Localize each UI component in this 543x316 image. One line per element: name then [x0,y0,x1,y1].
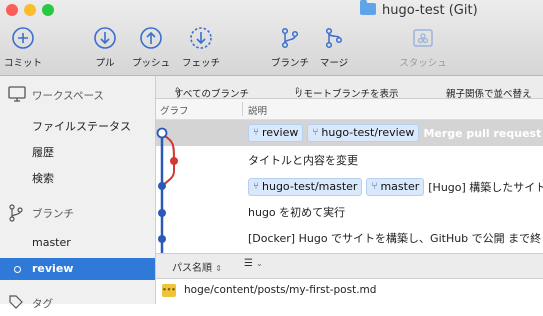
branch-icon [9,204,23,222]
branch-tag[interactable]: ⑂ hugo-test/master [248,178,363,196]
show-remote-label: リモートブランチを表示 [294,89,399,100]
sidebar-item-label: 履歴 [32,146,54,159]
commit-message: タイトルと内容を変更 [248,154,358,167]
branch-tag[interactable]: ⑂ master [366,178,425,196]
list-icon: ☰ [244,258,253,269]
chevron-down-icon: ⌄ [256,259,263,268]
toolbar: hugo-test (Git) コミット プル プッシュ フェッチ ブランチ マ… [0,0,543,76]
commit-button[interactable]: コミット [0,26,53,70]
branch-tag[interactable]: ⑂ review [248,124,304,142]
commit-row[interactable]: [Docker] Hugo でサイトを構築し、GitHub で公開 まで終 [156,226,543,252]
file-list-item[interactable]: ••• hoge/content/posts/my-first-post.md [156,278,543,304]
tag-icon [9,295,23,309]
sidebar: ワークスペース ファイルステータス 履歴 検索 ブランチ master revi… [0,76,156,310]
commit-message: hugo を初めて実行 [248,206,346,219]
commit-row[interactable]: hugo を初めて実行 [156,200,543,226]
sidebar-item-label: ファイルステータス [32,120,131,133]
sidebar-item-label: review [32,262,74,275]
sidebar-item-file-status[interactable]: ファイルステータス [0,114,155,136]
branch-tag[interactable]: ⑂ hugo-test/review [307,124,420,142]
sidebar-item-label: 検索 [32,172,54,185]
commit-row[interactable]: ⑂ hugo-test/master ⑂ master [Hugo] 構築したサイト [156,174,543,200]
branch-icon [281,27,299,49]
arrow-up-circle-icon [140,27,162,49]
commit-message: Merge pull request # [423,126,543,140]
fetch-button[interactable]: フェッチ [171,26,231,70]
sidebar-branch-master[interactable]: master [0,232,155,254]
commit-row[interactable]: タイトルと内容を変更 [156,148,543,174]
stash-icon [413,29,433,47]
commit-node [158,209,166,217]
branches-header[interactable]: ブランチ [0,200,155,226]
sidebar-branch-review[interactable]: review [0,258,155,280]
all-branches-label: すべてのブランチ [174,89,249,100]
file-list-toolbar: パス名順 ⇕ ☰ ⌄ [156,253,543,279]
updown-chevron-icon: ⇕ [174,86,181,95]
commit-message: [Hugo] 構築したサイト [428,181,543,194]
list-view-menu[interactable]: ☰ ⌄ [244,258,263,269]
current-branch-icon [14,266,21,273]
window-title: hugo-test (Git) [360,0,478,22]
branch-icon: ⑂ [371,181,378,192]
commit-graph [156,127,178,253]
merge-button[interactable]: マージ [304,26,364,70]
merge-icon [325,27,343,49]
minimize-window-button[interactable] [24,4,36,16]
sidebar-item-search[interactable]: 検索 [0,166,155,188]
sidebar-item-history[interactable]: 履歴 [0,140,155,162]
zoom-window-button[interactable] [42,4,54,16]
branch-icon: ⑂ [253,127,259,138]
filter-bar: すべてのブランチ ⇕ リモートブランチを表示 ⇕ 親子関係で並べ替え [156,76,543,100]
workspace-header[interactable]: ワークスペース [0,82,155,108]
commit-row[interactable]: ⑂ review ⑂ hugo-test/review Merge pull req… [156,120,543,146]
branches-header-label: ブランチ [32,208,74,220]
commit-node [158,235,166,243]
column-divider[interactable] [242,102,243,116]
arrow-down-circle-icon [94,27,116,49]
commit-node [170,157,178,165]
branch-icon: ⑂ [312,127,319,138]
sort-label: 親子関係で並べ替え [446,89,532,100]
sort-by-path-select[interactable]: パス名順 ⇕ [172,259,222,274]
sidebar-item-label: master [32,236,71,249]
stash-label: スタッシュ [399,58,447,69]
description-column-header[interactable]: 説明 [248,103,267,117]
updown-chevron-icon: ⇕ [215,264,222,273]
file-path: hoge/content/posts/my-first-post.md [184,284,377,296]
commit-label: コミット [3,58,42,69]
stash-button[interactable]: スタッシュ [393,26,453,70]
merge-label: マージ [319,58,349,69]
tags-header[interactable]: タグ [0,290,155,316]
column-header: グラフ 説明 [156,99,543,120]
commit-node [158,182,166,190]
plus-circle-icon [12,27,34,49]
commit-message: [Docker] Hugo でサイトを構築し、GitHub で公開 まで終 [248,232,542,245]
modified-file-icon: ••• [162,284,176,297]
fetch-label: フェッチ [181,58,220,69]
workspace-header-label: ワークスペース [32,90,104,102]
commit-node-head [156,127,168,139]
fetch-icon [190,27,212,49]
updown-chevron-icon: ⇕ [294,86,301,95]
monitor-icon [8,86,26,102]
close-window-button[interactable] [6,4,18,16]
branch-icon: ⑂ [253,181,259,192]
folder-icon [360,0,376,15]
graph-column-header[interactable]: グラフ [160,103,189,117]
